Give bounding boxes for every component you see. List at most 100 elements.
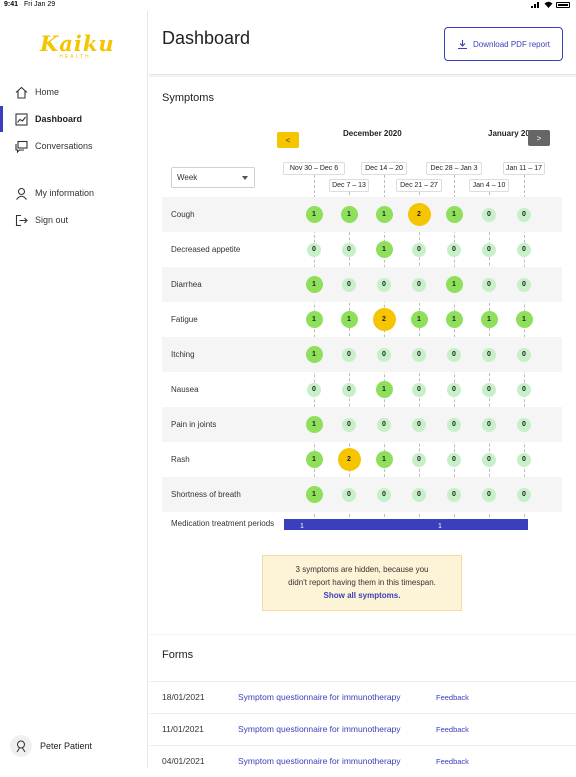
symptom-severity-dot[interactable]: 1	[410, 311, 428, 328]
symptom-severity-dot[interactable]: 1	[305, 451, 323, 468]
status-date: Fri Jan 29	[24, 1, 56, 8]
sidebar-item-label: Dashboard	[35, 114, 83, 124]
symptom-severity-dot[interactable]: 1	[375, 381, 393, 398]
medication-bar[interactable]: 1 1	[284, 519, 528, 530]
symptom-row: Nausea 0 0 1 0 0 0 0	[162, 372, 562, 407]
symptom-severity-dot[interactable]: 0	[342, 242, 356, 257]
symptom-severity-dot[interactable]: 1	[305, 276, 323, 293]
symptom-severity-dot[interactable]: 0	[412, 242, 426, 257]
period-select[interactable]: Week	[171, 167, 255, 188]
symptom-row: Pain in joints 1 0 0 0 0 0 0	[162, 407, 562, 442]
symptom-severity-dot[interactable]: 0	[447, 417, 461, 432]
symptom-severity-dot[interactable]: 2	[372, 308, 396, 331]
form-link[interactable]: Symptom questionnaire for immunotherapy	[238, 724, 401, 734]
form-link[interactable]: Symptom questionnaire for immunotherapy	[238, 756, 401, 766]
symptom-name: Shortness of breath	[171, 490, 241, 499]
symptom-severity-dot[interactable]: 0	[342, 382, 356, 397]
symptom-severity-dot[interactable]: 0	[517, 347, 531, 362]
symptom-severity-dot[interactable]: 0	[517, 452, 531, 467]
symptom-severity-dot[interactable]: 0	[412, 452, 426, 467]
symptom-severity-dot[interactable]: 0	[447, 487, 461, 502]
symptom-severity-dot[interactable]: 1	[445, 276, 463, 293]
symptom-severity-dot[interactable]: 0	[482, 207, 496, 222]
show-all-symptoms-link[interactable]: Show all symptoms.	[263, 589, 461, 602]
sidebar-item-sign-out[interactable]: Sign out	[0, 207, 147, 233]
symptom-severity-dot[interactable]: 1	[515, 311, 533, 328]
symptom-severity-dot[interactable]: 0	[342, 487, 356, 502]
symptom-severity-dot[interactable]: 1	[445, 206, 463, 223]
form-date: 04/01/2021	[162, 756, 205, 766]
sidebar-item-home[interactable]: Home	[0, 79, 147, 105]
symptom-severity-dot[interactable]: 2	[337, 448, 361, 471]
symptom-severity-dot[interactable]: 0	[517, 382, 531, 397]
home-icon	[14, 85, 28, 99]
form-row: 11/01/2021 Symptom questionnaire for imm…	[149, 713, 576, 745]
symptom-severity-dot[interactable]: 0	[412, 487, 426, 502]
sidebar-item-label: Sign out	[35, 215, 69, 225]
sidebar-item-my-information[interactable]: My information	[0, 180, 147, 206]
symptom-severity-dot[interactable]: 0	[517, 417, 531, 432]
symptom-severity-dot[interactable]: 0	[307, 242, 321, 257]
symptom-severity-dot[interactable]: 0	[377, 417, 391, 432]
symptom-severity-dot[interactable]: 0	[447, 452, 461, 467]
symptom-severity-dot[interactable]: 0	[447, 347, 461, 362]
symptom-severity-dot[interactable]: 0	[482, 242, 496, 257]
symptom-severity-dot[interactable]: 0	[447, 242, 461, 257]
symptom-severity-dot[interactable]: 0	[482, 452, 496, 467]
symptom-severity-dot[interactable]: 0	[482, 487, 496, 502]
symptom-severity-dot[interactable]: 0	[342, 277, 356, 292]
feedback-link[interactable]: Feedback	[436, 757, 469, 766]
feedback-link[interactable]: Feedback	[436, 693, 469, 702]
symptom-severity-dot[interactable]: 0	[412, 417, 426, 432]
feedback-link[interactable]: Feedback	[436, 725, 469, 734]
symptom-severity-dot[interactable]: 2	[407, 203, 431, 226]
symptom-severity-dot[interactable]: 0	[342, 347, 356, 362]
symptom-severity-dot[interactable]: 1	[305, 206, 323, 223]
symptom-severity-dot[interactable]: 1	[480, 311, 498, 328]
status-bar: 9:41 Fri Jan 29	[0, 0, 576, 11]
symptom-severity-dot[interactable]: 0	[482, 347, 496, 362]
symptom-severity-dot[interactable]: 1	[340, 206, 358, 223]
symptom-severity-dot[interactable]: 1	[305, 416, 323, 433]
symptom-severity-dot[interactable]: 0	[517, 242, 531, 257]
symptom-severity-dot[interactable]: 0	[517, 207, 531, 222]
download-pdf-button[interactable]: Download PDF report	[444, 27, 563, 61]
form-link[interactable]: Symptom questionnaire for immunotherapy	[238, 692, 401, 702]
symptom-severity-dot[interactable]: 0	[517, 277, 531, 292]
user-profile[interactable]: Peter Patient	[10, 735, 92, 757]
symptom-severity-dot[interactable]: 0	[447, 382, 461, 397]
symptom-severity-dot[interactable]: 0	[307, 382, 321, 397]
symptom-severity-dot[interactable]: 0	[377, 277, 391, 292]
kaiku-logo[interactable]: Kaiku HEALTH	[40, 31, 114, 60]
symptom-severity-dot[interactable]: 1	[375, 206, 393, 223]
symptom-severity-dot[interactable]: 0	[482, 277, 496, 292]
symptom-severity-dot[interactable]: 1	[445, 311, 463, 328]
next-period-button[interactable]: >	[528, 130, 550, 146]
sidebar-item-dashboard[interactable]: Dashboard	[0, 106, 147, 132]
symptom-severity-dot[interactable]: 1	[305, 346, 323, 363]
symptom-severity-dot[interactable]: 1	[305, 311, 323, 328]
symptom-severity-dot[interactable]: 1	[375, 451, 393, 468]
symptom-severity-dot[interactable]: 1	[305, 486, 323, 503]
symptom-severity-dot[interactable]: 0	[517, 487, 531, 502]
symptom-severity-dot[interactable]: 1	[340, 311, 358, 328]
symptom-severity-dot[interactable]: 0	[377, 487, 391, 502]
symptom-severity-dot[interactable]: 0	[377, 347, 391, 362]
symptom-name: Cough	[171, 210, 195, 219]
previous-period-button[interactable]: <	[277, 132, 299, 148]
symptom-severity-dot[interactable]: 0	[412, 277, 426, 292]
download-icon	[458, 39, 468, 49]
symptom-severity-dot[interactable]: 0	[412, 347, 426, 362]
symptom-severity-dot[interactable]: 0	[482, 382, 496, 397]
page-header: Dashboard Download PDF report	[149, 11, 576, 75]
symptom-row: Shortness of breath 1 0 0 0 0 0 0	[162, 477, 562, 512]
sidebar-item-label: Home	[35, 87, 60, 97]
symptom-severity-dot[interactable]: 0	[412, 382, 426, 397]
symptom-severity-dot[interactable]: 0	[482, 417, 496, 432]
sidebar: Kaiku HEALTH Home Dashboard Conversation…	[0, 11, 148, 768]
symptom-severity-dot[interactable]: 0	[342, 417, 356, 432]
sidebar-item-conversations[interactable]: Conversations	[0, 133, 147, 159]
wifi-icon	[544, 1, 553, 8]
symptom-name: Diarrhea	[171, 280, 202, 289]
symptom-severity-dot[interactable]: 1	[375, 241, 393, 258]
